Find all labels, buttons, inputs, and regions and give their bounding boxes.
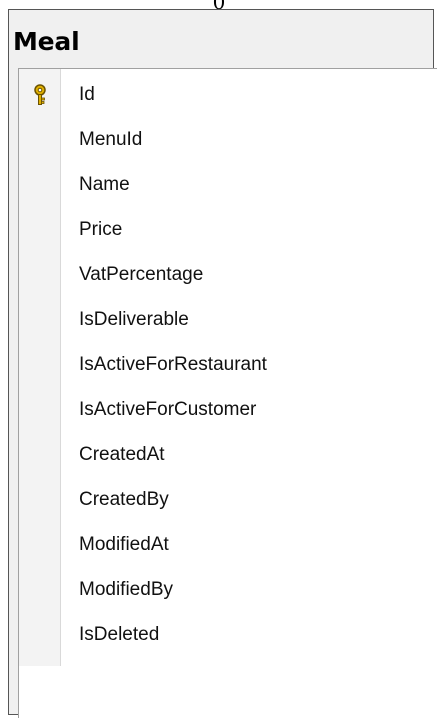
row-indicator [19,297,61,342]
column-name: IsActiveForCustomer [79,399,257,420]
column-name: Name [79,174,130,195]
column-row-isactiveforcustomer[interactable]: IsActiveForCustomer [19,387,437,432]
column-name: VatPercentage [79,264,204,285]
key-icon [34,83,46,105]
row-indicator [19,567,61,612]
column-name: IsActiveForRestaurant [79,354,267,375]
column-name: CreatedAt [79,444,165,465]
column-row-isactiveforrestaurant[interactable]: IsActiveForRestaurant [19,342,437,387]
row-indicator [19,117,61,162]
column-row-price[interactable]: Price [19,207,437,252]
column-name: ModifiedBy [79,579,173,600]
column-row-menuid[interactable]: MenuId [19,117,437,162]
row-indicator [19,522,61,567]
row-indicator [19,387,61,432]
column-name: Price [79,219,123,240]
column-row-name[interactable]: Name [19,162,437,207]
column-row-modifiedat[interactable]: ModifiedAt [19,522,437,567]
column-row-vatpercentage[interactable]: VatPercentage [19,252,437,297]
column-grid: Id MenuId Name Price VatPercentage IsDel [18,68,437,718]
row-indicator [19,612,61,657]
row-indicator [19,162,61,207]
row-indicator [19,342,61,387]
row-indicator [19,252,61,297]
column-name: ModifiedAt [79,534,169,555]
column-row-isdeliverable[interactable]: IsDeliverable [19,297,437,342]
column-row-id[interactable]: Id [19,72,437,117]
column-row-createdat[interactable]: CreatedAt [19,432,437,477]
column-name: IsDeleted [79,624,160,645]
column-name: Id [79,84,95,105]
table-meal[interactable]: Meal Id MenuId Name Price VatPercentage … [8,9,437,718]
column-row-modifiedby[interactable]: ModifiedBy [19,567,437,612]
table-title[interactable]: Meal [13,28,80,56]
column-name: IsDeliverable [79,309,189,330]
column-name: CreatedBy [79,489,169,510]
primary-key-indicator [19,72,61,117]
row-indicator [19,432,61,477]
diagram-canvas: 0 Meal Id MenuId Name Price VatPercentag… [0,0,437,718]
column-row-createdby[interactable]: CreatedBy [19,477,437,522]
column-row-isdeleted[interactable]: IsDeleted [19,612,437,657]
row-indicator [19,477,61,522]
row-indicator [19,207,61,252]
column-name: MenuId [79,129,143,150]
